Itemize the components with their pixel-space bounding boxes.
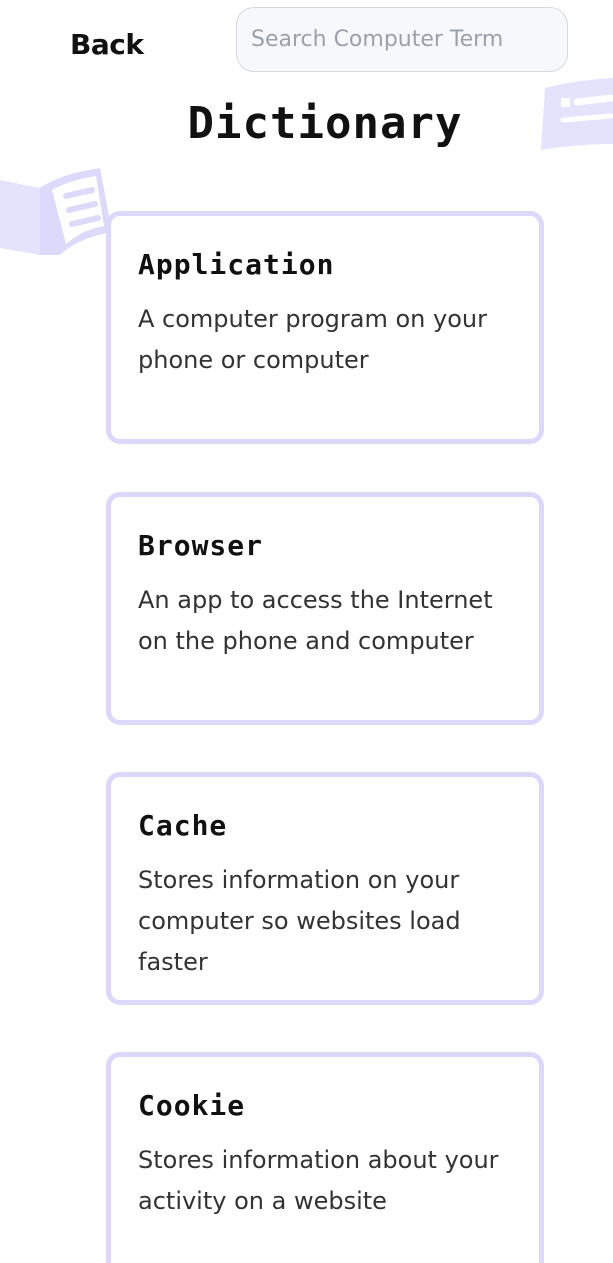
- term-definition: Stores information on your computer so w…: [138, 866, 461, 976]
- term-card: Application A computer program on your p…: [106, 211, 544, 444]
- term-card: Cookie Stores information about your act…: [106, 1052, 544, 1263]
- term-definition: A computer program on your phone or comp…: [138, 305, 487, 374]
- term-title: Cookie: [138, 1089, 246, 1122]
- back-button[interactable]: Back: [70, 28, 144, 61]
- term-definition: Stores information about your activity o…: [138, 1146, 499, 1215]
- dictionary-page: Back Dictionary Application A computer p…: [0, 0, 613, 1263]
- book-illustration-icon: [0, 168, 112, 255]
- term-definition: An app to access the Internet on the pho…: [138, 586, 493, 655]
- term-card: Browser An app to access the Internet on…: [106, 492, 544, 725]
- search-input[interactable]: [236, 7, 568, 72]
- term-title: Cache: [138, 809, 228, 842]
- term-card: Cache Stores information on your compute…: [106, 772, 544, 1005]
- page-title: Dictionary: [187, 98, 463, 149]
- term-title: Application: [138, 248, 335, 281]
- term-title: Browser: [138, 529, 264, 562]
